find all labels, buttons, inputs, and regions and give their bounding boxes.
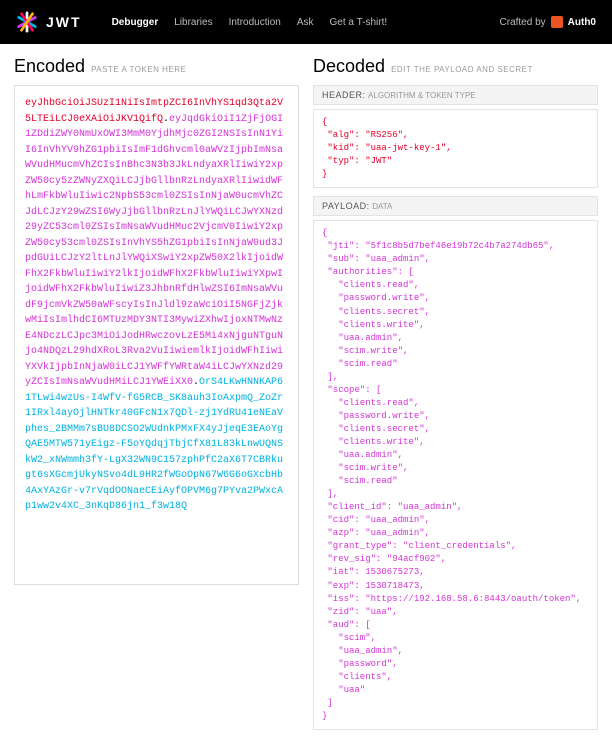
nav-tshirt[interactable]: Get a T-shirt! — [330, 17, 388, 28]
encoded-column: Encoded PASTE A TOKEN HERE eyJhbGciOiJSU… — [14, 56, 299, 738]
top-nav: JWT Debugger Libraries Introduction Ask … — [0, 0, 612, 44]
payload-section-label: PAYLOAD: — [322, 201, 370, 211]
token-payload-segment: eyJqdGkiOiI1ZjFjOGI1ZDdiZWY0NmUxOWI3MmM0… — [25, 114, 283, 389]
nav-debugger[interactable]: Debugger — [112, 17, 159, 28]
logo-block[interactable]: JWT — [16, 11, 82, 33]
encoded-subtitle: PASTE A TOKEN HERE — [91, 65, 186, 74]
encoded-token-box[interactable]: eyJhbGciOiJSUzI1NiIsImtpZCI6InVhYS1qd3Qt… — [14, 85, 299, 585]
nav-links: Debugger Libraries Introduction Ask Get … — [112, 17, 500, 28]
payload-json-box[interactable]: { "jti": "5f1c8b5d7bef46e19b72c4b7a274db… — [313, 220, 598, 730]
decoded-title-text: Decoded — [313, 56, 385, 77]
payload-section-bar: PAYLOAD: DATA — [313, 196, 598, 216]
decoded-title: Decoded EDIT THE PAYLOAD AND SECRET — [313, 56, 598, 77]
crafted-brand: Auth0 — [568, 17, 596, 28]
encoded-title: Encoded PASTE A TOKEN HERE — [14, 56, 299, 77]
main: Encoded PASTE A TOKEN HERE eyJhbGciOiJSU… — [0, 44, 612, 750]
encoded-title-text: Encoded — [14, 56, 85, 77]
header-section-bar: HEADER: ALGORITHM & TOKEN TYPE — [313, 85, 598, 105]
header-section-label: HEADER: — [322, 90, 366, 100]
token-signature-segment: OrS4LKwHNNKAP61TLwi4wzUs-I4WfV-fG5RCB_SK… — [25, 377, 283, 512]
auth0-icon — [551, 16, 563, 28]
decoded-subtitle: EDIT THE PAYLOAD AND SECRET — [391, 65, 533, 74]
brand-text: JWT — [46, 14, 82, 30]
payload-section-desc: DATA — [372, 202, 392, 211]
nav-introduction[interactable]: Introduction — [229, 17, 281, 28]
decoded-column: Decoded EDIT THE PAYLOAD AND SECRET HEAD… — [313, 56, 598, 738]
crafted-by[interactable]: Crafted by Auth0 — [500, 16, 596, 28]
header-json-box[interactable]: { "alg": "RS256", "kid": "uaa-jwt-key-1"… — [313, 109, 598, 188]
crafted-prefix: Crafted by — [500, 17, 546, 28]
jwt-logo-icon — [16, 11, 38, 33]
header-section-desc: ALGORITHM & TOKEN TYPE — [368, 91, 476, 100]
nav-libraries[interactable]: Libraries — [174, 17, 212, 28]
nav-ask[interactable]: Ask — [297, 17, 314, 28]
